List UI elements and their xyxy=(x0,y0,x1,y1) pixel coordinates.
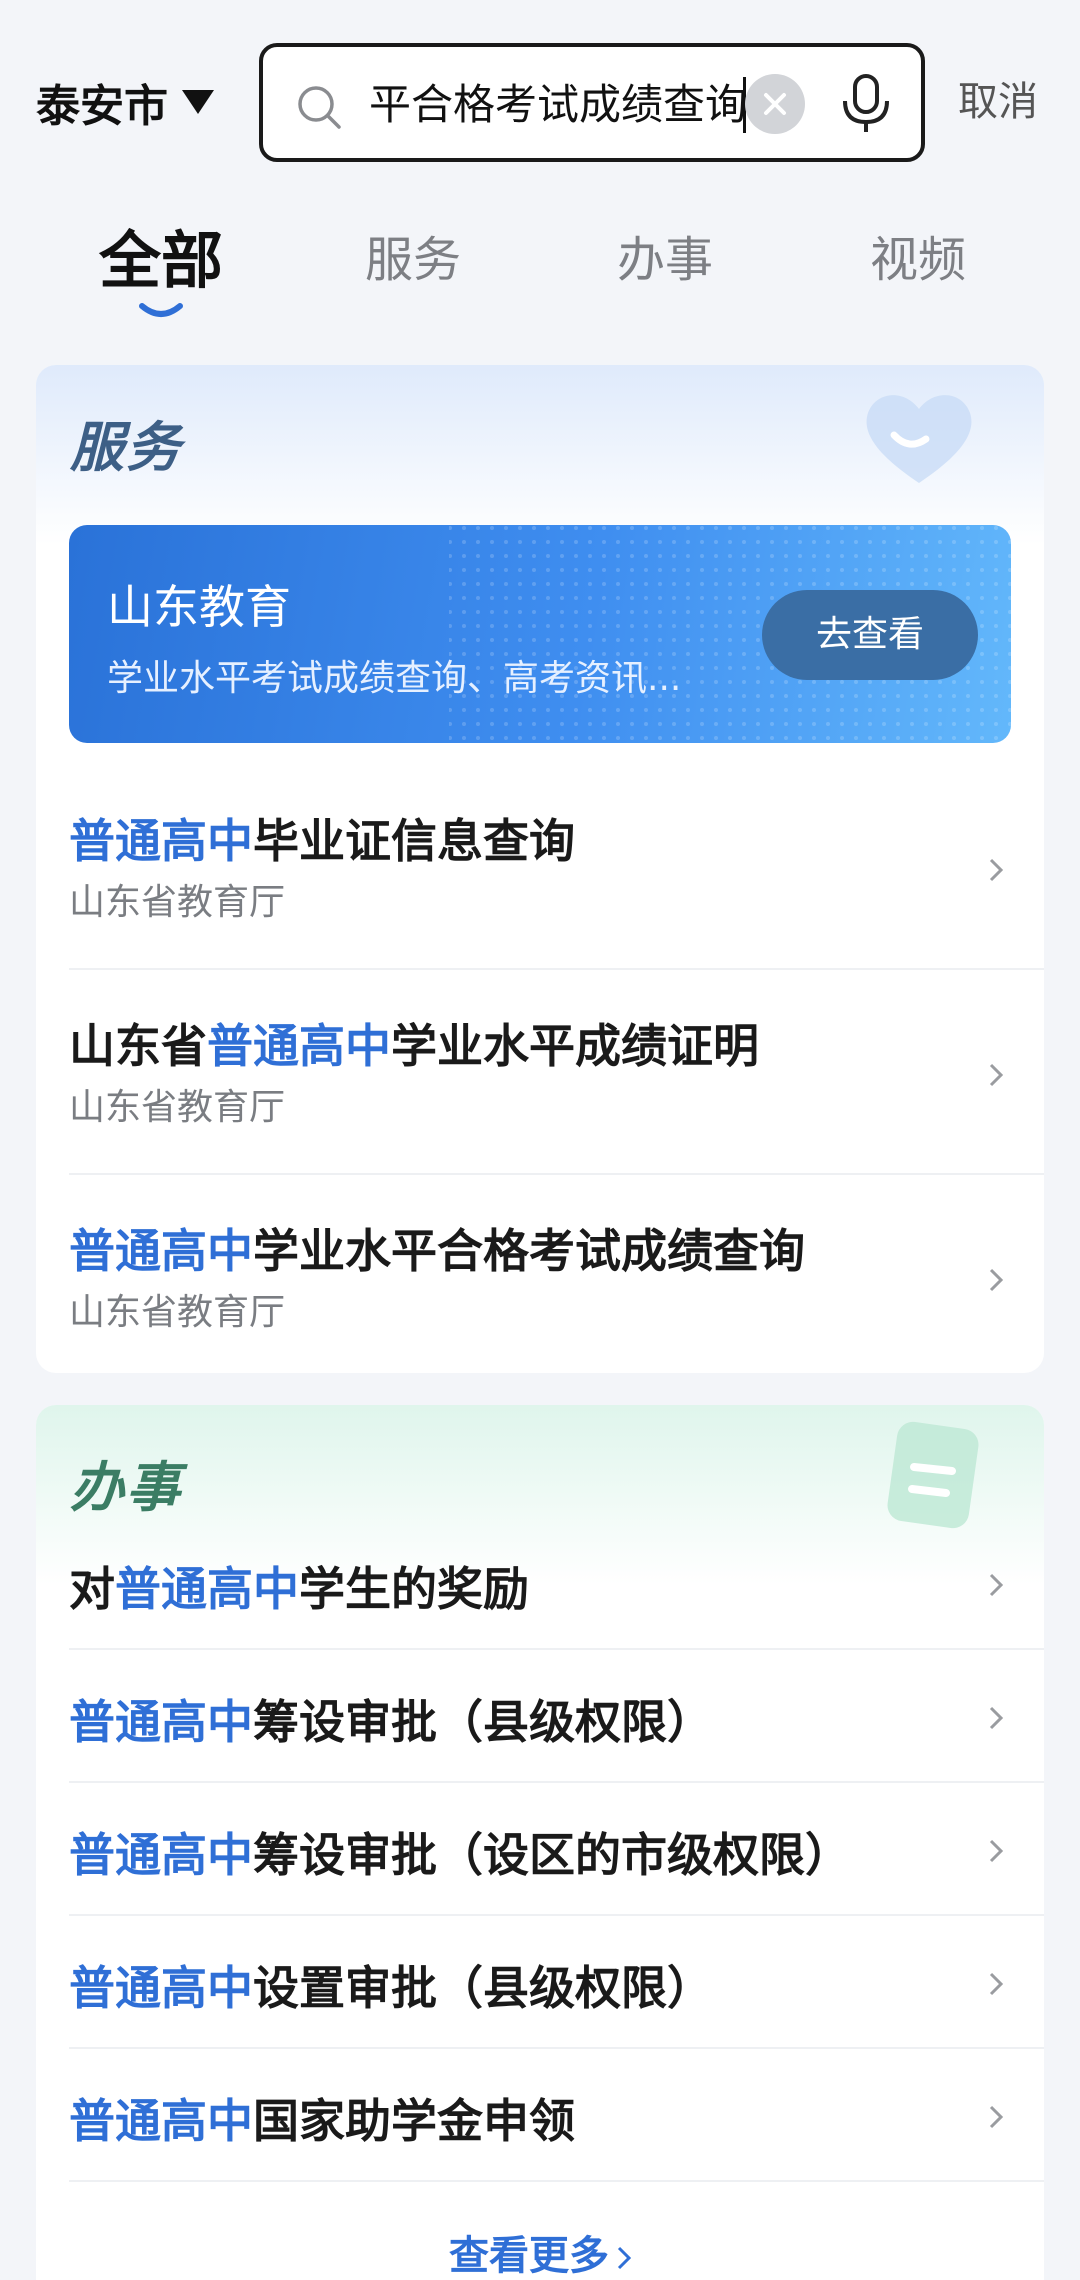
list-item[interactable]: 普通高中设置审批（县级权限） xyxy=(69,1916,1044,2049)
item-title: 普通高中筹设审批（设区的市级权限） xyxy=(69,1828,851,1882)
item-title: 普通高中国家助学金申领 xyxy=(69,2094,575,2148)
caret-down-icon xyxy=(182,90,214,114)
chevron-right-icon xyxy=(989,1706,1004,1730)
section-title: 办事 xyxy=(70,1456,182,1519)
item-department: 山东省教育厅 xyxy=(69,882,286,923)
item-title: 普通高中设置审批（县级权限） xyxy=(69,1961,713,2015)
tab-all[interactable]: 全部 xyxy=(61,210,261,300)
list-item[interactable]: 普通高中国家助学金申领 xyxy=(69,2049,1044,2182)
active-tab-indicator xyxy=(139,303,183,317)
search-query-text: 平合格考试成绩查询 xyxy=(369,80,748,129)
service-section: 服务 山东教育 学业水平考试成绩查询、高考资讯... 去查看 普通高中毕业证信息… xyxy=(36,365,1044,1373)
item-title: 普通高中筹设审批（县级权限） xyxy=(69,1695,713,1749)
section-title: 服务 xyxy=(70,416,182,479)
search-input[interactable]: 平合格考试成绩查询 xyxy=(259,43,925,162)
microphone-icon[interactable] xyxy=(839,73,893,135)
chevron-right-icon xyxy=(989,1972,1004,1996)
list-item[interactable]: 对普通高中学生的奖励 xyxy=(69,1517,1044,1650)
item-title: 普通高中毕业证信息查询 xyxy=(69,814,575,868)
view-button[interactable]: 去查看 xyxy=(762,590,978,680)
chevron-right-icon xyxy=(989,2105,1004,2129)
tab-affairs[interactable]: 办事 xyxy=(565,220,765,290)
city-label: 泰安市 xyxy=(36,81,168,132)
chevron-right-icon xyxy=(989,1839,1004,1863)
cancel-button[interactable]: 取消 xyxy=(958,70,1038,134)
affairs-section: 办事 对普通高中学生的奖励 普通高中筹设审批（县级权限） 普通高中筹设审批（设区… xyxy=(36,1405,1044,2280)
search-header: 泰安市 平合格考试成绩查询 取消 xyxy=(0,0,1080,190)
list-item[interactable]: 山东省普通高中学业水平成绩证明 山东省教育厅 xyxy=(69,970,1044,1175)
banner-title: 山东教育 xyxy=(107,580,291,634)
tab-services[interactable]: 服务 xyxy=(313,220,513,290)
list-item[interactable]: 普通高中筹设审批（县级权限） xyxy=(69,1650,1044,1783)
city-selector[interactable]: 泰安市 xyxy=(36,70,214,134)
item-department: 山东省教育厅 xyxy=(69,1292,286,1333)
tab-videos[interactable]: 视频 xyxy=(818,220,1018,290)
view-more-label: 查看更多 xyxy=(449,2233,609,2279)
list-item[interactable]: 普通高中毕业证信息查询 山东省教育厅 xyxy=(69,765,1044,970)
view-more-link[interactable]: 查看更多 xyxy=(36,2223,1044,2280)
close-icon[interactable] xyxy=(745,74,805,134)
chevron-right-icon xyxy=(989,1573,1004,1597)
item-title: 普通高中学业水平合格考试成绩查询 xyxy=(69,1224,805,1278)
list-item[interactable]: 普通高中筹设审批（设区的市级权限） xyxy=(69,1783,1044,1916)
chevron-right-icon xyxy=(989,1268,1004,1292)
list-item[interactable]: 普通高中学业水平合格考试成绩查询 山东省教育厅 xyxy=(69,1175,1044,1373)
heart-icon xyxy=(866,395,972,483)
chevron-right-icon xyxy=(617,2246,631,2270)
banner-subtitle: 学业水平考试成绩查询、高考资讯... xyxy=(107,658,682,699)
item-title: 山东省普通高中学业水平成绩证明 xyxy=(69,1019,759,1073)
search-icon xyxy=(298,86,341,129)
promo-banner[interactable]: 山东教育 学业水平考试成绩查询、高考资讯... 去查看 xyxy=(69,525,1011,743)
item-department: 山东省教育厅 xyxy=(69,1087,286,1128)
item-title: 对普通高中学生的奖励 xyxy=(69,1562,529,1616)
chevron-right-icon xyxy=(989,858,1004,882)
chevron-right-icon xyxy=(989,1063,1004,1087)
result-tabs: 全部 服务 办事 视频 xyxy=(0,210,1080,330)
